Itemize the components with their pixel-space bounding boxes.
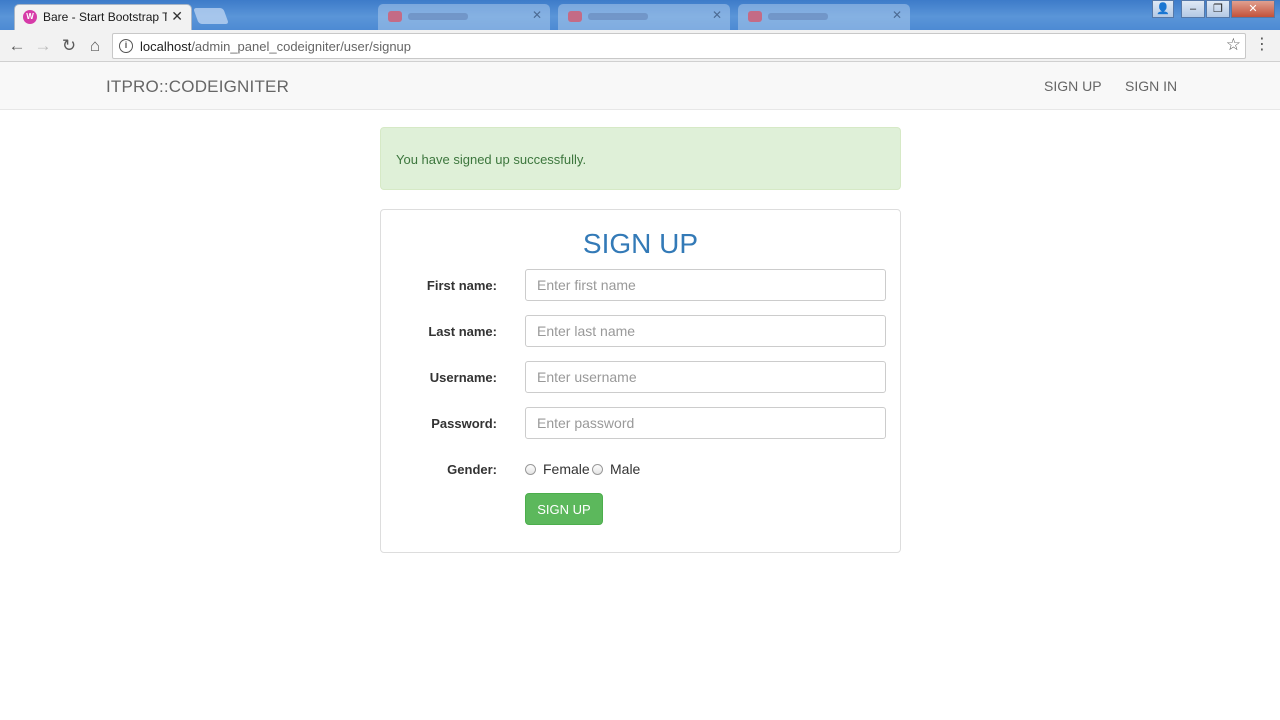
restore-window-button[interactable]: ❐: [1206, 0, 1230, 18]
signup-panel: SIGN UP First name: Last name: Username:…: [380, 209, 901, 553]
youtube-favicon-icon: [568, 11, 582, 22]
browser-tab-background[interactable]: ✕: [558, 4, 730, 30]
alert-message: You have signed up successfully.: [396, 152, 587, 167]
youtube-favicon-icon: [388, 11, 402, 22]
tab-close-icon[interactable]: ✕: [892, 8, 902, 22]
bookmark-star-icon[interactable]: ☆: [1226, 35, 1241, 55]
form-title: SIGN UP: [582, 228, 699, 259]
last-name-label: Last name:: [428, 324, 497, 339]
info-icon[interactable]: i: [119, 39, 133, 53]
nav-link-sign-up[interactable]: SIGN UP: [1044, 78, 1102, 94]
gender-radio-female[interactable]: [525, 464, 536, 475]
first-name-label: First name:: [426, 278, 497, 293]
browser-tab-background[interactable]: ✕: [378, 4, 550, 30]
nav-link-sign-in[interactable]: SIGN IN: [1125, 78, 1177, 94]
tab-close-icon[interactable]: ✕: [712, 8, 722, 22]
site-favicon-icon: W: [23, 10, 37, 24]
tab-title: Bare - Start Bootstrap Te: [43, 10, 167, 24]
address-url[interactable]: localhost/admin_panel_codeigniter/user/s…: [140, 39, 411, 54]
youtube-favicon-icon: [748, 11, 762, 22]
close-window-button[interactable]: ✕: [1231, 0, 1275, 18]
sign-up-button[interactable]: SIGN UP: [525, 493, 603, 525]
browser-toolbar: ← → ↻ ⌂ i localhost/admin_panel_codeigni…: [0, 30, 1280, 62]
last-name-input[interactable]: [525, 315, 886, 347]
gender-option-female[interactable]: Female: [543, 461, 590, 477]
password-input[interactable]: [525, 407, 886, 439]
browser-menu-icon[interactable]: ⋮: [1254, 36, 1270, 54]
navbar-brand[interactable]: ITPRO::CODEIGNITER: [106, 77, 289, 97]
home-icon[interactable]: ⌂: [84, 35, 106, 57]
new-tab-button[interactable]: [193, 8, 229, 24]
back-arrow-icon[interactable]: ←: [6, 35, 28, 57]
first-name-input[interactable]: [525, 269, 886, 301]
forward-arrow-icon[interactable]: →: [32, 35, 54, 57]
site-navbar: ITPRO::CODEIGNITER SIGN UP SIGN IN: [0, 62, 1280, 110]
gender-label: Gender:: [447, 462, 497, 477]
browser-tab-strip: W Bare - Start Bootstrap Te ✕ ✕ ✕ ✕ 👤 – …: [0, 0, 1280, 30]
gender-radio-male[interactable]: [592, 464, 603, 475]
password-label: Password:: [431, 416, 497, 431]
success-alert: You have signed up successfully.: [380, 127, 901, 190]
tab-close-icon[interactable]: ✕: [532, 8, 542, 22]
address-bar[interactable]: i localhost/admin_panel_codeigniter/user…: [112, 33, 1246, 59]
browser-tab-background[interactable]: ✕: [738, 4, 910, 30]
user-profile-icon[interactable]: 👤: [1152, 0, 1174, 18]
gender-option-male[interactable]: Male: [610, 461, 640, 477]
tab-close-icon[interactable]: ✕: [171, 8, 183, 25]
reload-icon[interactable]: ↻: [58, 35, 80, 57]
username-label: Username:: [429, 370, 497, 385]
browser-tab-active[interactable]: W Bare - Start Bootstrap Te ✕: [14, 4, 192, 30]
minimize-window-button[interactable]: –: [1181, 0, 1205, 18]
username-input[interactable]: [525, 361, 886, 393]
